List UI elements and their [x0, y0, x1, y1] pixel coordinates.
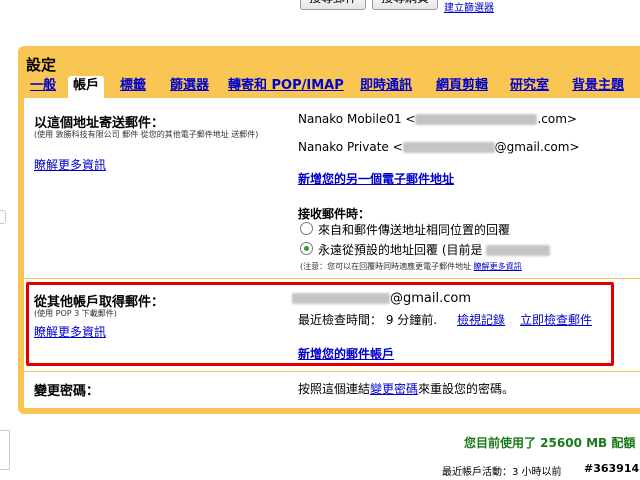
tab-accounts[interactable]: 帳戶	[68, 76, 105, 100]
section-divider	[24, 278, 640, 279]
reply-title: 接收郵件時：	[298, 207, 371, 221]
search-web-button[interactable]: 搜尋網頁	[372, 0, 439, 10]
tab-forwarding-pop-imap[interactable]: 轉寄和 POP/IMAP	[228, 76, 344, 98]
change-password-text-after: 來重設您的密碼。	[418, 382, 515, 396]
reply-note: (注意：您可以在回覆時同時適應更電子郵件地址 瞭解更多資訊	[300, 261, 522, 272]
left-panel-fragment	[0, 430, 10, 470]
left-panel-fragment	[0, 210, 6, 224]
reply-same-address-label: 來自和郵件傳送地址相同位置的回覆	[318, 223, 511, 237]
tab-general[interactable]: 一般	[30, 76, 56, 98]
reply-note-learn-more-link[interactable]: 瞭解更多資訊	[474, 262, 522, 271]
send-as-learn-more-link[interactable]: 瞭解更多資訊	[34, 156, 106, 173]
add-another-address-link[interactable]: 新增您的另一個電子郵件地址	[298, 170, 454, 187]
address-2-name: Nanako Private <	[298, 140, 403, 154]
redacted-email	[402, 142, 495, 153]
address-1-suffix: .com>	[537, 112, 577, 126]
send-as-subtitle: (使用 敦勝科技有限公司 郵件 從您的其他電子郵件地址 送郵件)	[34, 130, 259, 139]
change-password-text-before: 按照這個連結	[298, 382, 371, 396]
tab-labs[interactable]: 研究室	[510, 76, 549, 98]
tab-filters[interactable]: 篩選器	[170, 76, 209, 98]
search-mail-button[interactable]: 搜尋郵件	[300, 0, 367, 10]
reply-default-address-label: 永遠從預設的地址回覆 (目前是	[318, 241, 551, 258]
redacted-email	[415, 114, 538, 125]
address-1-name: Nanako Mobile01 <	[298, 112, 416, 126]
redacted-email	[486, 245, 551, 256]
reply-default-address-radio[interactable]	[300, 242, 313, 255]
address-2-suffix: @gmail.com>	[494, 140, 580, 154]
section-divider	[24, 371, 640, 372]
change-password-link[interactable]: 變更密碼	[370, 382, 418, 396]
last-account-activity: 最近帳戶活動：3 小時以前	[442, 467, 562, 478]
reply-same-address-radio[interactable]	[300, 222, 313, 235]
watermark: #363914	[582, 462, 640, 475]
tab-web-clips[interactable]: 網頁剪輯	[436, 76, 488, 98]
tab-chat[interactable]: 即時通訊	[360, 76, 412, 98]
tab-labels[interactable]: 標籤	[120, 76, 146, 98]
change-password-row: 按照這個連結變更密碼來重設您的密碼。	[298, 380, 514, 397]
send-as-address-1: Nanako Mobile01 < .com>	[298, 112, 577, 126]
reply-default-text: 永遠從預設的地址回覆 (目前是	[318, 243, 483, 257]
change-password-title: 變更密碼：	[34, 384, 100, 399]
reply-note-text: (注意：您可以在回覆時同時適應更電子郵件地址	[300, 262, 472, 271]
create-filter-link[interactable]: 建立篩選器	[444, 0, 494, 14]
send-as-title: 以這個地址寄送郵件：	[34, 116, 165, 131]
storage-usage: 您目前使用了 25600 MB 配額	[464, 436, 636, 450]
send-as-address-2: Nanako Private < @gmail.com>	[298, 140, 580, 154]
settings-title: 設定	[26, 56, 57, 74]
search-bar-area: 搜尋郵件 搜尋網頁 建立篩選器	[0, 0, 640, 14]
tab-themes[interactable]: 背景主題	[572, 76, 624, 98]
highlight-box	[26, 282, 614, 366]
